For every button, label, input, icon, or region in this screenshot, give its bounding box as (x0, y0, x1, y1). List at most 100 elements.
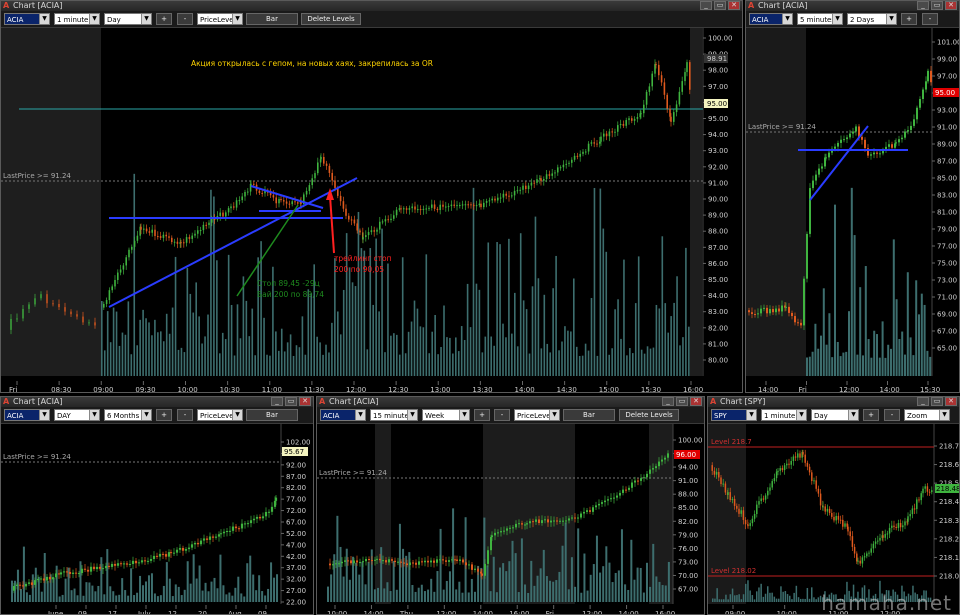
delete-levels-button[interactable]: Delete Levels (301, 13, 361, 25)
interval-select[interactable]: 15 minutes ▼ (370, 409, 418, 421)
chevron-down-icon[interactable]: ▼ (141, 14, 151, 24)
window-titlebar[interactable]: A Chart [ACIA] _ ▭ ✕ (746, 1, 959, 11)
candle-body (57, 573, 61, 575)
restore-icon[interactable]: ▭ (931, 397, 943, 406)
chevron-down-icon[interactable]: ▼ (39, 410, 49, 420)
restore-icon[interactable]: ▭ (714, 1, 726, 10)
volume-bar (595, 535, 598, 602)
close-icon[interactable]: ✕ (728, 1, 740, 10)
zoom-in-button[interactable]: + (901, 13, 917, 25)
chevron-down-icon[interactable]: ▼ (89, 14, 99, 24)
rising-trendline[interactable] (809, 125, 869, 201)
chart-window-acia-15min[interactable]: A Chart [ACIA] _ ▭ ✕ ACIA ▼ 15 minutes ▼ Wee… (316, 396, 705, 615)
volume-bar (496, 242, 498, 376)
range-select[interactable]: 2 Days ▼ (847, 13, 897, 25)
chevron-down-icon[interactable]: ▼ (886, 14, 896, 24)
y-tick-label: 218.30 (939, 517, 959, 525)
chevron-down-icon[interactable]: ▼ (939, 410, 949, 420)
close-icon[interactable]: ✕ (945, 397, 957, 406)
price-level-select[interactable]: PriceLeve ▼ (514, 409, 560, 421)
zoom-in-button[interactable]: + (863, 409, 879, 421)
symbol-input[interactable]: SPY ▼ (711, 409, 757, 421)
zoom-in-button[interactable]: + (156, 13, 172, 25)
close-icon[interactable]: ✕ (945, 1, 957, 10)
chevron-down-icon[interactable]: ▼ (848, 410, 858, 420)
minimize-icon[interactable]: _ (700, 1, 712, 10)
restore-icon[interactable]: ▭ (285, 397, 297, 406)
chevron-down-icon[interactable]: ▼ (232, 14, 242, 24)
minimize-icon[interactable]: _ (662, 397, 674, 406)
chevron-down-icon[interactable]: ▼ (141, 410, 151, 420)
candle-body (891, 525, 893, 528)
zoom-in-button[interactable]: + (474, 409, 490, 421)
candle-body (390, 218, 392, 221)
price-chart-area[interactable]: LastPrice >= 91.24 102.0097.0092.0087.00… (1, 424, 313, 614)
x-tick-label: Thu (399, 610, 413, 614)
chevron-down-icon[interactable]: ▼ (407, 410, 417, 420)
close-icon[interactable]: ✕ (690, 397, 702, 406)
chevron-down-icon[interactable]: ▼ (549, 410, 559, 420)
chevron-down-icon[interactable]: ▼ (796, 410, 806, 420)
chevron-down-icon[interactable]: ▼ (89, 410, 99, 420)
chart-window-acia-daily[interactable]: A Chart [ACIA] _ ▭ ✕ ACIA ▼ DAY ▼ 6 Months ▼ … (0, 396, 314, 615)
chevron-down-icon[interactable]: ▼ (746, 410, 756, 420)
zoom-out-button[interactable]: - (494, 409, 510, 421)
window-titlebar[interactable]: A Chart [ACIA] _ ▭ ✕ (1, 1, 742, 11)
chart-window-acia-1min[interactable]: A Chart [ACIA] _ ▭ ✕ ACIA ▼ 1 minute ▼ Day ▼ … (0, 0, 743, 393)
window-titlebar[interactable]: A Chart [ACIA] _ ▭ ✕ (1, 397, 313, 407)
interval-select[interactable]: 5 minutes ▼ (797, 13, 843, 25)
bar-button[interactable]: Bar (563, 409, 615, 421)
bar-button[interactable]: Bar (246, 13, 298, 25)
close-icon[interactable]: ✕ (299, 397, 311, 406)
window-titlebar[interactable]: A Chart [ACIA] _ ▭ ✕ (317, 397, 704, 407)
bar-button[interactable]: Bar (246, 409, 298, 421)
volume-bar (923, 304, 926, 376)
zoom-out-button[interactable]: - (177, 409, 193, 421)
price-chart-area[interactable]: LastPrice >= 91.24 101.00 99.00 97.00 95.00… (746, 28, 959, 392)
volume-bar (537, 278, 540, 376)
chevron-down-icon[interactable]: ▼ (39, 14, 49, 24)
delete-levels-button[interactable]: Delete Levels (619, 409, 679, 421)
zoom-out-button[interactable]: - (884, 409, 900, 421)
chevron-down-icon[interactable]: ▼ (782, 14, 792, 24)
zoom-out-button[interactable]: - (177, 13, 193, 25)
restore-icon[interactable]: ▭ (676, 397, 688, 406)
y-tick-label: 89.00 (937, 141, 957, 149)
candle-body (74, 572, 78, 574)
symbol-input[interactable]: ACIA ▼ (749, 13, 793, 25)
minimize-icon[interactable]: _ (271, 397, 283, 406)
descending-trendline[interactable] (250, 185, 324, 209)
chevron-down-icon[interactable]: ▼ (232, 410, 242, 420)
interval-select[interactable]: DAY ▼ (54, 409, 100, 421)
range-select[interactable]: 6 Months ▼ (104, 409, 152, 421)
price-chart-area[interactable]: LastPrice >= 91.24 100.0097.0094.0091.00… (317, 424, 704, 614)
app-icon: A (710, 397, 717, 406)
chart-window-spy-1min[interactable]: A Chart [SPY] _ ▭ ✕ SPY ▼ 1 minute ▼ Day ▼ + … (707, 396, 960, 615)
chevron-down-icon[interactable]: ▼ (459, 410, 469, 420)
zoom-in-button[interactable]: + (156, 409, 172, 421)
range-select[interactable]: Day ▼ (811, 409, 859, 421)
range-select[interactable]: Day ▼ (104, 13, 152, 25)
chart-window-acia-5min[interactable]: A Chart [ACIA] _ ▭ ✕ ACIA ▼ 5 minutes ▼ 2 Da… (745, 0, 960, 393)
range-select[interactable]: Week ▼ (422, 409, 470, 421)
zoom-out-button[interactable]: - (922, 13, 938, 25)
interval-select[interactable]: 1 minute ▼ (54, 13, 100, 25)
symbol-input[interactable]: ACIA ▼ (320, 409, 366, 421)
symbol-input[interactable]: ACIA ▼ (4, 13, 50, 25)
rising-trendline[interactable] (108, 177, 358, 308)
price-level-select[interactable]: PriceLeve ▼ (197, 409, 243, 421)
restore-icon[interactable]: ▭ (931, 1, 943, 10)
minimize-icon[interactable]: _ (917, 1, 929, 10)
interval-select[interactable]: 1 minute ▼ (761, 409, 807, 421)
price-chart-area[interactable]: LastPrice >= 91.24 Акция открылась с геп… (1, 28, 742, 392)
price-level-select[interactable]: PriceLeve ▼ (197, 13, 243, 25)
price-chart-area[interactable]: Level 218.7 Level 218.02 218.70 218.60 218… (708, 424, 959, 614)
minimize-icon[interactable]: _ (917, 397, 929, 406)
chevron-down-icon[interactable]: ▼ (832, 14, 842, 24)
zoom-select[interactable]: Zoom ▼ (904, 409, 950, 421)
volume-bar (301, 316, 304, 376)
symbol-input[interactable]: ACIA ▼ (4, 409, 50, 421)
volume-bar (813, 597, 815, 602)
window-titlebar[interactable]: A Chart [SPY] _ ▭ ✕ (708, 397, 959, 407)
chevron-down-icon[interactable]: ▼ (355, 410, 365, 420)
